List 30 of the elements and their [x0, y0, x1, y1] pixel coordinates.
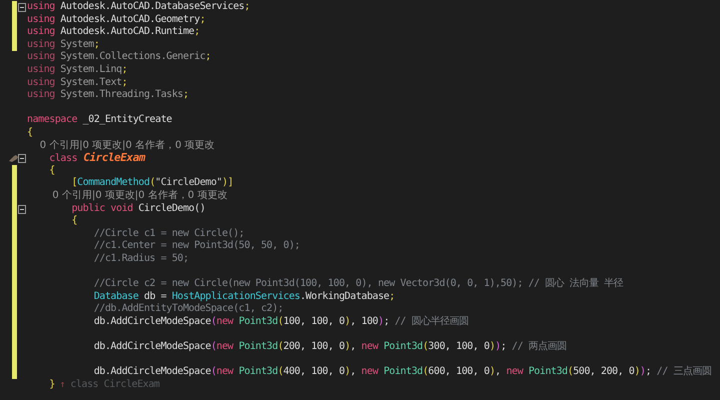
- code-line: 0 个引用|0 项更改|0 名作者，0 项更改: [38, 140, 215, 152]
- code-line: 0 个引用|0 项更改|0 名作者，0 项更改: [51, 190, 228, 202]
- collapse-icon[interactable]: [18, 204, 26, 214]
- code-line: } ↑ class CircleExam: [48, 378, 160, 392]
- code-line: using Autodesk.AutoCAD.Geometry;: [27, 14, 206, 26]
- code-line: using System.Threading.Tasks;: [27, 89, 189, 102]
- code-line: db.AddCircleModeSpace(new Point3d(100, 100, 0), 100); // 圆心半径画圆: [92, 316, 469, 328]
- code-line: using Autodesk.AutoCAD.Runtime;: [27, 26, 200, 39]
- code-line: //db.AddEntityToModeSpace(c1, c2);: [92, 303, 284, 316]
- code-line: {: [27, 126, 33, 140]
- code-line: db.AddCircleModeSpace(new Point3d(200, 100, 0), new Point3d(300, 100, 0)); // 两点画圆: [92, 341, 567, 354]
- code-line: Database db = HostApplicationServices.WorkingDatabase;: [92, 290, 395, 303]
- code-line: //Circle c2 = new Circle(new Point3d(100, 100, 0), new Vector3d(0, 0, 1),50); // 圆心 法向量 半径: [92, 278, 624, 291]
- code-line: //c1.Radius = 50;: [92, 252, 189, 266]
- code-line: class CircleExam: [48, 152, 146, 165]
- collapse-icon[interactable]: [18, 3, 26, 12]
- code-line: [CommandMethod("CircleDemo")]: [70, 177, 234, 190]
- code-line: //Circle c1 = new Circle();: [92, 228, 244, 240]
- code-line: {: [70, 215, 78, 228]
- collapse-icon[interactable]: [18, 154, 26, 164]
- code-line: {: [48, 164, 55, 178]
- code-line: namespace _02_EntityCreate: [27, 114, 172, 127]
- code-line: using System;: [27, 38, 100, 51]
- code-line: db.AddCircleModeSpace(new Point3d(400, 100, 0), new Point3d(600, 100, 0), new Point3d(500, 200, 0)); // 三点画圆: [92, 366, 712, 379]
- code-line: using System.Linq;: [27, 64, 128, 77]
- code-line: //c1.Center = new Point3d(50, 50, 0);: [92, 240, 300, 253]
- code-line: using Autodesk.AutoCAD.DatabaseServices;: [27, 1, 250, 14]
- code-line: public void CircleDemo(): [70, 202, 206, 215]
- code-line: using System.Collections.Generic;: [27, 51, 211, 64]
- code-line: using System.Text;: [27, 76, 128, 89]
